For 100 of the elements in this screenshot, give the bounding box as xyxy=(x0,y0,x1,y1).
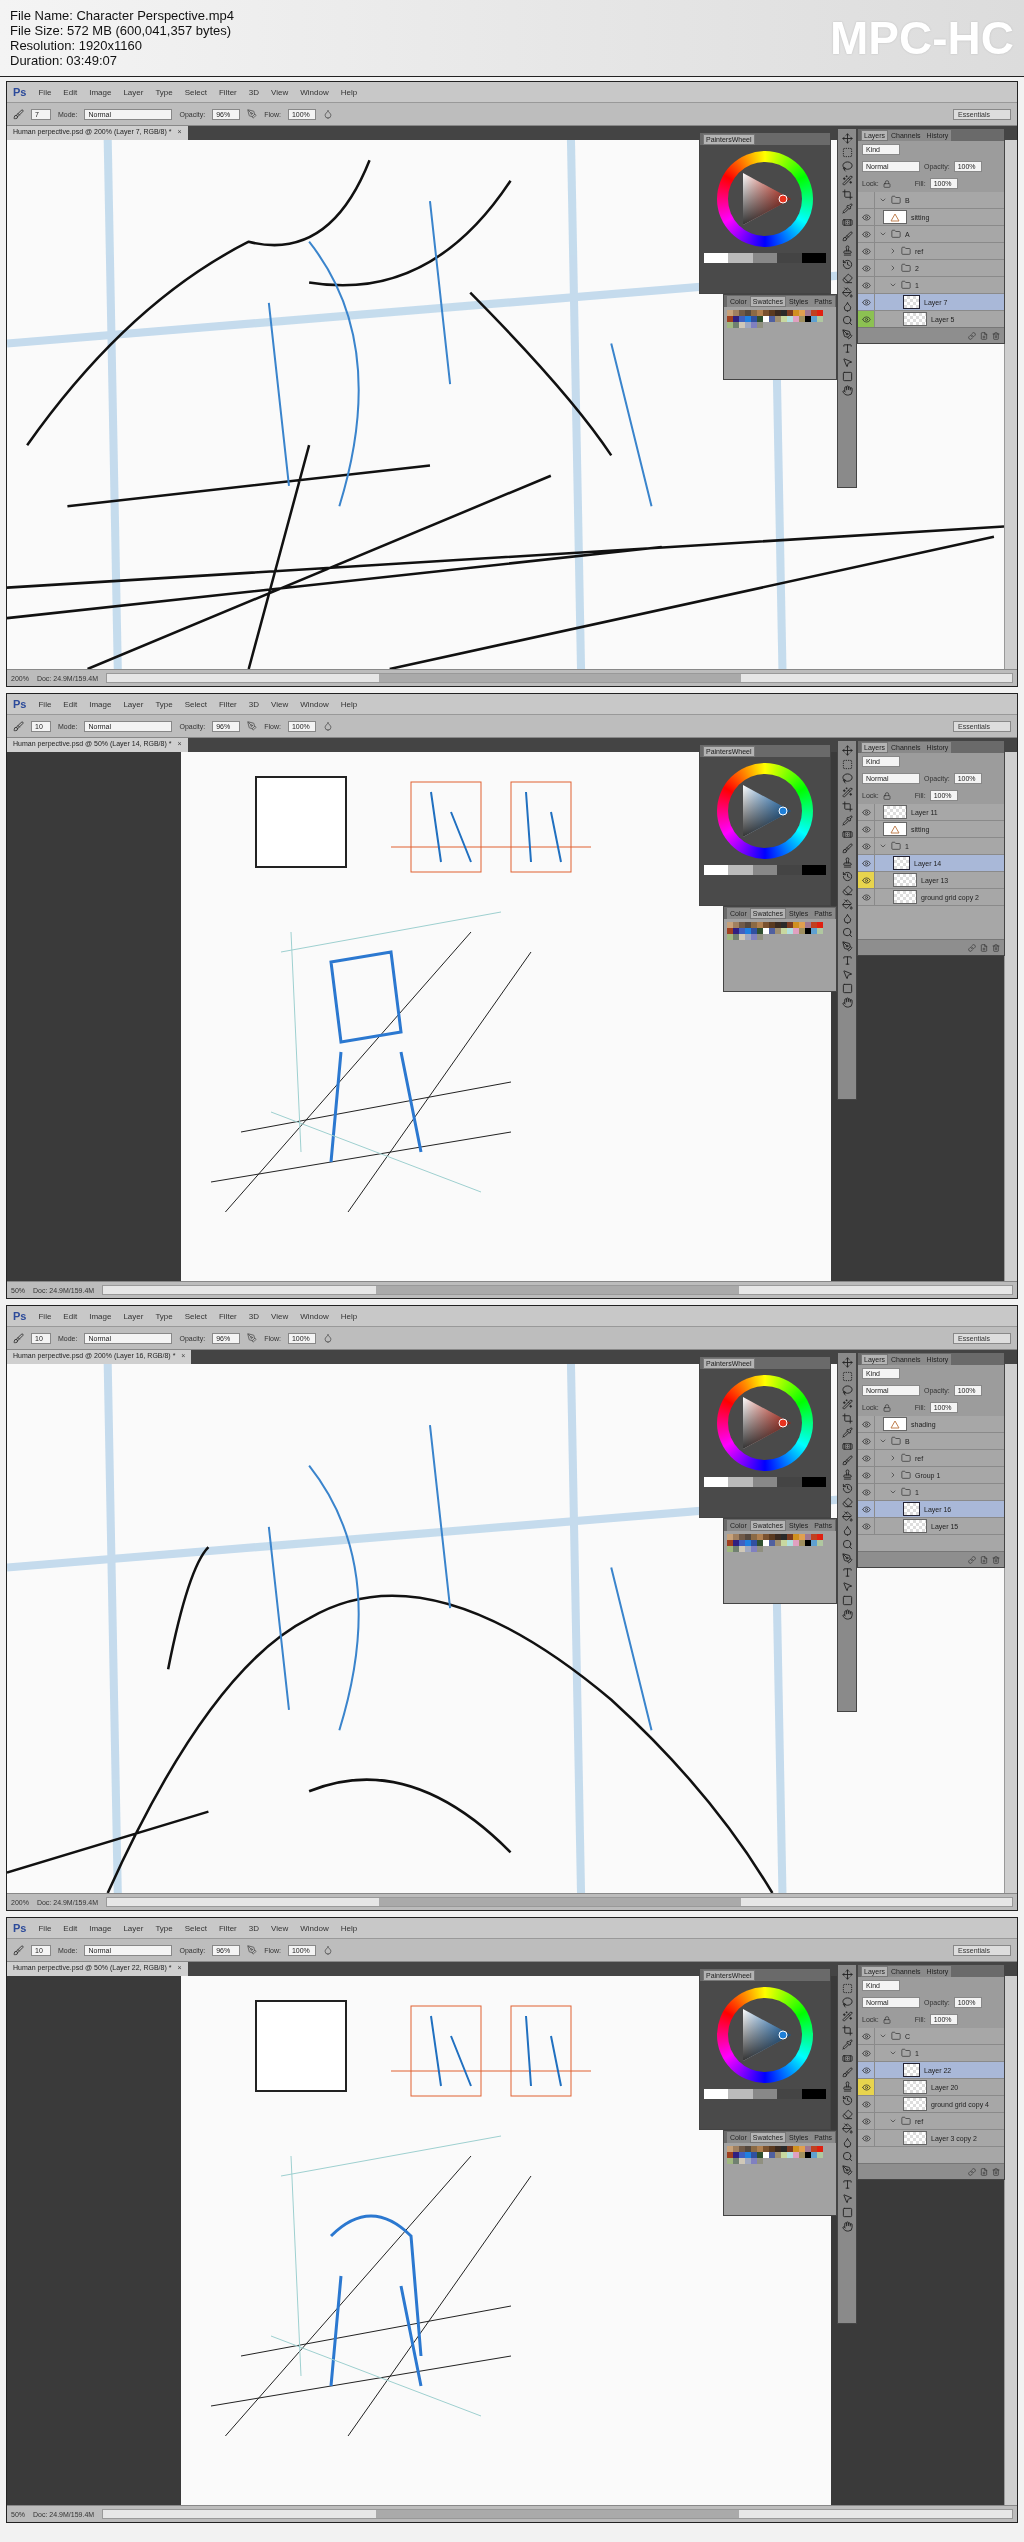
menu-item[interactable]: Help xyxy=(340,1923,358,1933)
color-swatch[interactable] xyxy=(757,922,763,928)
droplet-tool-icon[interactable] xyxy=(841,301,853,312)
color-swatch[interactable] xyxy=(763,1540,769,1546)
zoom-tool-icon[interactable] xyxy=(841,2151,853,2162)
expand-caret-icon[interactable] xyxy=(889,1488,897,1496)
move-tool-icon[interactable] xyxy=(841,1969,853,1980)
color-swatch[interactable] xyxy=(769,928,775,934)
wand-tool-icon[interactable] xyxy=(841,175,853,186)
color-swatch[interactable] xyxy=(745,1540,751,1546)
menu-item[interactable]: Help xyxy=(340,699,358,709)
scrollbar[interactable] xyxy=(1004,140,1017,669)
menu-item[interactable]: 3D xyxy=(248,1923,259,1933)
color-swatch[interactable] xyxy=(775,2152,781,2158)
paint-bucket-icon[interactable] xyxy=(841,899,853,910)
zoom-tool-icon[interactable] xyxy=(841,927,853,938)
color-swatch[interactable] xyxy=(739,2146,745,2152)
color-swatch[interactable] xyxy=(763,310,769,316)
menu-item[interactable]: Filter xyxy=(219,1923,237,1933)
eye-icon[interactable] xyxy=(861,246,871,256)
color-swatch[interactable] xyxy=(805,1534,811,1540)
eye-icon[interactable] xyxy=(861,892,871,902)
tone-swatch[interactable] xyxy=(704,1477,729,1487)
trash-icon[interactable] xyxy=(992,943,1000,952)
scrollbar[interactable] xyxy=(106,1897,1013,1907)
color-triangle[interactable] xyxy=(743,785,791,837)
menu-item[interactable]: Help xyxy=(340,87,358,97)
color-swatch[interactable] xyxy=(751,322,757,328)
expand-caret-icon[interactable] xyxy=(879,2032,887,2040)
color-swatch[interactable] xyxy=(739,310,745,316)
eye-icon[interactable] xyxy=(861,2133,871,2143)
eye-icon[interactable] xyxy=(861,263,871,273)
brush-tool-icon[interactable] xyxy=(841,843,853,854)
droplet-tool-icon[interactable] xyxy=(841,1525,853,1536)
stamp-tool-icon[interactable] xyxy=(841,245,853,256)
menu-item[interactable]: View xyxy=(271,1923,289,1933)
color-swatch[interactable] xyxy=(745,2152,751,2158)
new-layer-icon[interactable] xyxy=(980,2167,988,2176)
brush-icon[interactable] xyxy=(13,108,24,120)
eye-icon[interactable] xyxy=(861,280,871,290)
menu-item[interactable]: Edit xyxy=(63,699,78,709)
rectangle-tool-icon[interactable] xyxy=(841,1595,853,1606)
move-tool-icon[interactable] xyxy=(841,1357,853,1368)
eyedropper-tool-icon[interactable] xyxy=(841,2039,853,2050)
color-swatch[interactable] xyxy=(769,1534,775,1540)
color-swatch[interactable] xyxy=(817,2152,823,2158)
menu-item[interactable]: Edit xyxy=(63,87,78,97)
color-swatch[interactable] xyxy=(745,316,751,322)
color-swatch[interactable] xyxy=(763,922,769,928)
type-tool-icon[interactable] xyxy=(841,955,853,966)
color-swatch[interactable] xyxy=(793,2146,799,2152)
marquee-tool-icon[interactable] xyxy=(841,1983,853,1994)
color-swatch[interactable] xyxy=(805,922,811,928)
color-swatch[interactable] xyxy=(787,310,793,316)
color-swatch[interactable] xyxy=(769,2146,775,2152)
color-swatch[interactable] xyxy=(733,322,739,328)
menu-item[interactable]: Layer xyxy=(123,1311,144,1321)
tone-swatch[interactable] xyxy=(728,1477,753,1487)
expand-caret-icon[interactable] xyxy=(879,230,887,238)
tone-swatch[interactable] xyxy=(801,865,827,875)
eye-icon[interactable] xyxy=(861,841,871,851)
color-swatch[interactable] xyxy=(817,310,823,316)
trash-icon[interactable] xyxy=(992,331,1000,340)
eye-icon[interactable] xyxy=(861,314,871,324)
color-swatch[interactable] xyxy=(739,322,745,328)
color-swatch[interactable] xyxy=(757,2146,763,2152)
color-swatch[interactable] xyxy=(745,310,751,316)
stamp-tool-icon[interactable] xyxy=(841,2081,853,2092)
visibility-cell[interactable] xyxy=(858,311,875,327)
color-swatch[interactable] xyxy=(727,1534,733,1540)
expand-caret-icon[interactable] xyxy=(889,1454,897,1462)
eyedropper-tool-icon[interactable] xyxy=(841,815,853,826)
expand-caret-icon[interactable] xyxy=(889,2049,897,2057)
hand-tool-icon[interactable] xyxy=(841,1609,853,1620)
lasso-tool-icon[interactable] xyxy=(841,773,853,784)
color-swatch[interactable] xyxy=(763,316,769,322)
color-swatch[interactable] xyxy=(781,2146,787,2152)
color-swatch[interactable] xyxy=(793,928,799,934)
color-swatch[interactable] xyxy=(805,2152,811,2158)
color-swatch[interactable] xyxy=(787,1540,793,1546)
eye-icon[interactable] xyxy=(861,1419,871,1429)
color-swatch[interactable] xyxy=(739,2158,745,2164)
color-swatch[interactable] xyxy=(817,1534,823,1540)
rectangle-tool-icon[interactable] xyxy=(841,983,853,994)
menu-item[interactable]: Layer xyxy=(123,87,144,97)
eye-icon[interactable] xyxy=(861,1436,871,1446)
expand-caret-icon[interactable] xyxy=(879,1437,887,1445)
color-swatch[interactable] xyxy=(805,1540,811,1546)
color-swatch[interactable] xyxy=(793,1540,799,1546)
color-swatch[interactable] xyxy=(787,1534,793,1540)
color-swatch[interactable] xyxy=(793,922,799,928)
trash-icon[interactable] xyxy=(992,2167,1000,2176)
tone-swatch[interactable] xyxy=(752,253,778,263)
color-swatch[interactable] xyxy=(727,928,733,934)
visibility-cell[interactable] xyxy=(858,872,875,888)
color-swatch[interactable] xyxy=(733,316,739,322)
brush-tool-icon[interactable] xyxy=(841,1455,853,1466)
color-picker-marker[interactable] xyxy=(778,1418,788,1428)
rectangle-tool-icon[interactable] xyxy=(841,371,853,382)
move-tool-icon[interactable] xyxy=(841,133,853,144)
